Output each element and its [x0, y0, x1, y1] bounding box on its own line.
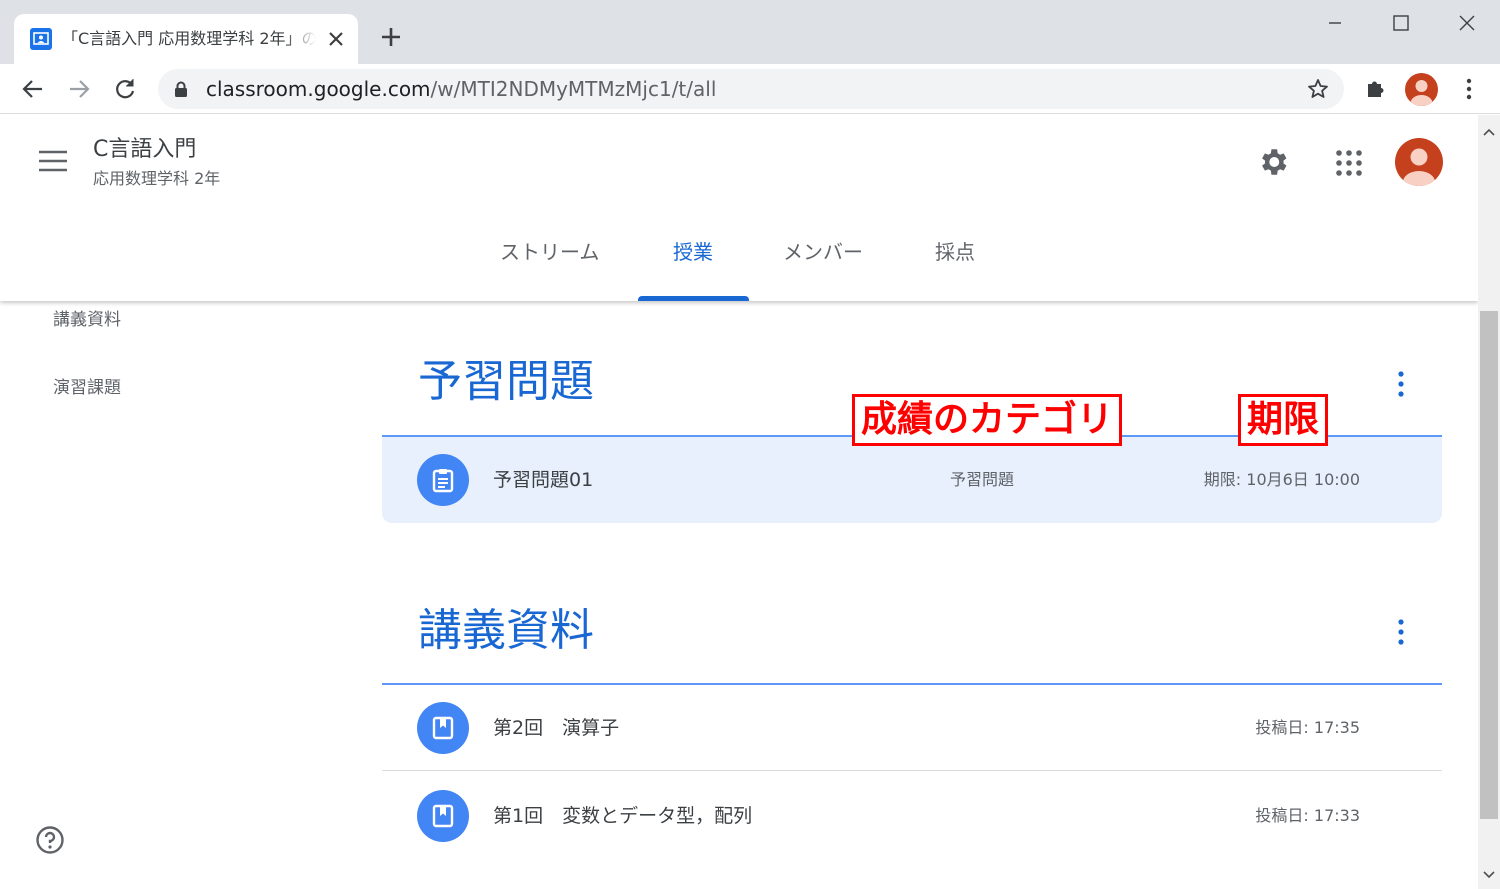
- annotation-deadline: 期限: [1238, 394, 1329, 446]
- assignment-icon: [417, 454, 469, 506]
- tab-title: 「C言語入門 応用数理学科 2年」の授業: [62, 29, 316, 48]
- new-tab-icon[interactable]: [378, 24, 404, 50]
- posted-date: 投稿日: 17:33: [1255, 806, 1360, 825]
- account-avatar[interactable]: [1395, 138, 1443, 186]
- scroll-up-arrow-icon[interactable]: [1483, 121, 1495, 140]
- active-tab-indicator: [638, 296, 749, 301]
- scrollbar-thumb[interactable]: [1480, 311, 1498, 819]
- grade-category: 予習問題: [950, 470, 1015, 489]
- classroom-favicon-icon: [30, 28, 52, 50]
- google-apps-grid-icon[interactable]: [1335, 149, 1363, 181]
- page-scrollbar[interactable]: [1478, 115, 1500, 889]
- back-arrow-icon[interactable]: [20, 76, 46, 102]
- topic-title-preview-problems: 予習問題: [418, 356, 594, 407]
- browser-titlebar: 「C言語入門 応用数理学科 2年」の授業: [0, 0, 1500, 64]
- forward-arrow-icon[interactable]: [66, 76, 92, 102]
- address-bar[interactable]: classroom.google.com/w/MTI2NDMyMTMzMjc1/…: [158, 69, 1344, 109]
- topic-more-options-icon[interactable]: [1390, 370, 1412, 398]
- window-close-icon[interactable]: [1454, 10, 1480, 36]
- posted-date: 投稿日: 17:35: [1255, 718, 1360, 737]
- item-title: 第2回 演算子: [493, 717, 620, 739]
- material-book-icon: [417, 702, 469, 754]
- tab-grades[interactable]: 採点: [935, 237, 975, 267]
- bookmark-star-icon[interactable]: [1306, 77, 1330, 105]
- classwork-item-lecture-1[interactable]: 第1回 変数とデータ型，配列 投稿日: 17:33: [382, 773, 1442, 859]
- reload-icon[interactable]: [112, 76, 138, 102]
- tab-classwork[interactable]: 授業: [673, 237, 713, 267]
- help-question-icon[interactable]: [35, 825, 65, 859]
- browser-toolbar: classroom.google.com/w/MTI2NDMyMTMzMjc1/…: [0, 64, 1500, 114]
- material-book-icon: [417, 790, 469, 842]
- url-path: /w/MTI2NDMyMTMzMjc1/t/all: [430, 77, 717, 101]
- url-text: classroom.google.com/w/MTI2NDMyMTMzMjc1/…: [206, 77, 716, 101]
- course-title[interactable]: C言語入門: [93, 135, 196, 165]
- browser-menu-icon[interactable]: [1456, 76, 1482, 106]
- tab-stream[interactable]: ストリーム: [500, 237, 599, 267]
- extensions-puzzle-icon[interactable]: [1364, 76, 1388, 104]
- item-title: 予習問題01: [493, 469, 594, 491]
- tab-close-icon[interactable]: [324, 27, 348, 51]
- browser-tab[interactable]: 「C言語入門 応用数理学科 2年」の授業: [14, 14, 358, 64]
- maximize-icon[interactable]: [1388, 10, 1414, 36]
- page-viewport: 講義資料 演習課題 C言語入門 応用数理学科 2年 ストリーム 授業 メンバー …: [0, 115, 1478, 889]
- tab-people[interactable]: メンバー: [783, 237, 863, 267]
- topic-title-lecture-materials: 講義資料: [418, 605, 594, 656]
- scroll-down-arrow-icon[interactable]: [1483, 864, 1495, 883]
- browser-profile-avatar[interactable]: [1405, 73, 1438, 106]
- classwork-item-preview-01[interactable]: 予習問題01 予習問題 期限: 10月6日 10:00: [382, 437, 1442, 523]
- annotation-grade-category: 成績のカテゴリ: [852, 394, 1123, 446]
- minimize-icon[interactable]: [1322, 10, 1348, 36]
- due-date: 期限: 10月6日 10:00: [1203, 470, 1360, 489]
- classwork-item-lecture-2[interactable]: 第2回 演算子 投稿日: 17:35: [382, 685, 1442, 771]
- item-title: 第1回 変数とデータ型，配列: [493, 805, 753, 827]
- sidebar-item-lecture-materials[interactable]: 講義資料: [53, 308, 121, 332]
- topic-more-options-icon[interactable]: [1390, 618, 1412, 646]
- sidebar-item-exercises[interactable]: 演習課題: [53, 376, 121, 400]
- lock-icon: [174, 81, 188, 102]
- settings-gear-icon[interactable]: [1256, 145, 1290, 183]
- url-host: classroom.google.com: [206, 77, 431, 101]
- course-subtitle: 応用数理学科 2年: [93, 169, 221, 188]
- hamburger-menu-icon[interactable]: [38, 149, 68, 177]
- classroom-appbar: C言語入門 応用数理学科 2年 ストリーム 授業 メンバー 採点: [0, 115, 1478, 301]
